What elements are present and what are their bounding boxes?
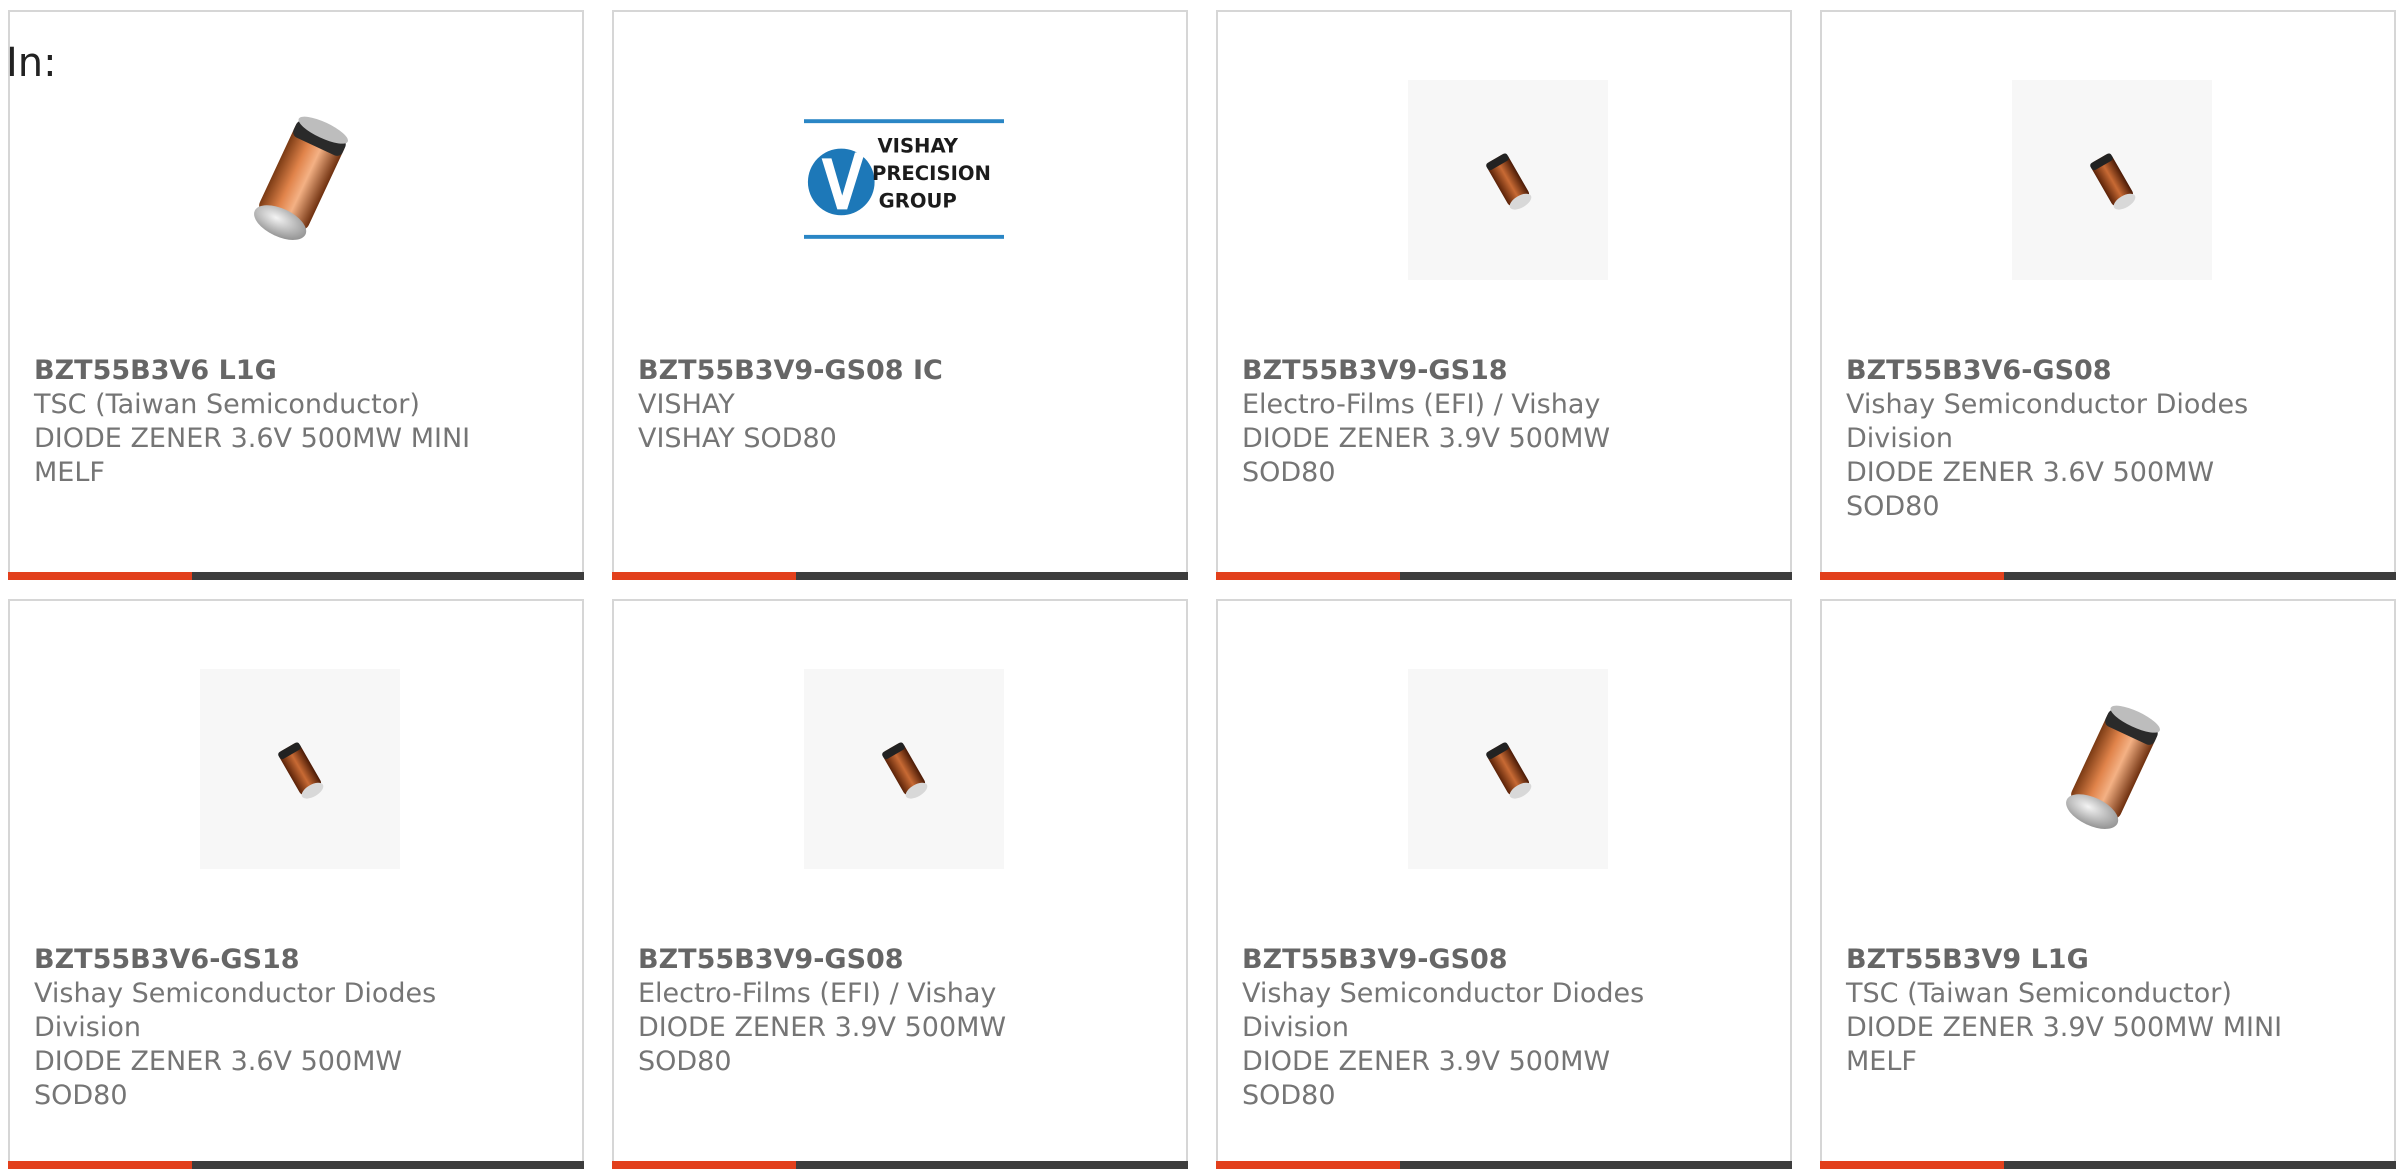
product-card[interactable]: BZT55B3V6-GS18 Vishay Semiconductor Diod…	[8, 599, 584, 1169]
diode-melf-large-icon	[200, 80, 400, 280]
product-card[interactable]: VISHAY PRECISION GROUP BZT55B3V9-GS08 IC…	[612, 10, 1188, 580]
part-number[interactable]: BZT55B3V9-GS08	[638, 943, 1078, 977]
product-info: BZT55B3V6-GS08 Vishay Semiconductor Diod…	[1846, 354, 2286, 524]
manufacturer: Vishay Semiconductor Diodes Division	[1242, 978, 1645, 1043]
diode-sod80-small-icon	[1408, 669, 1608, 869]
product-info: BZT55B3V9-GS18 Electro-Films (EFI) / Vis…	[1242, 354, 1682, 490]
card-accent-bar	[1820, 572, 2004, 580]
logo-text: VISHAY	[877, 135, 958, 158]
description: DIODE ZENER 3.6V 500MW SOD80	[1846, 457, 2215, 522]
card-footer-bar	[8, 572, 584, 580]
diode-sod80-small-icon	[1408, 80, 1608, 280]
manufacturer: TSC (Taiwan Semiconductor)	[1846, 978, 2232, 1009]
card-accent-bar	[612, 572, 796, 580]
card-accent-bar	[8, 572, 192, 580]
card-accent-bar	[1820, 1161, 2004, 1169]
diode-sod80-small-icon	[2012, 80, 2212, 280]
product-info: BZT55B3V9-GS08 Electro-Films (EFI) / Vis…	[638, 943, 1078, 1079]
description: DIODE ZENER 3.9V 500MW SOD80	[1242, 423, 1611, 488]
card-footer-bar	[1820, 1161, 2396, 1169]
manufacturer: Electro-Films (EFI) / Vishay	[1242, 389, 1601, 420]
description: VISHAY SOD80	[638, 423, 837, 454]
product-card[interactable]: BZT55B3V9-GS08 Electro-Films (EFI) / Vis…	[612, 599, 1188, 1169]
manufacturer: Vishay Semiconductor Diodes Division	[1846, 389, 2249, 454]
product-card[interactable]: BZT55B3V9-GS18 Electro-Films (EFI) / Vis…	[1216, 10, 1792, 580]
product-card[interactable]: BZT55B3V9-GS08 Vishay Semiconductor Diod…	[1216, 599, 1792, 1169]
description: DIODE ZENER 3.6V 500MW MINI MELF	[34, 423, 471, 488]
card-footer-bar	[1820, 572, 2396, 580]
description: DIODE ZENER 3.9V 500MW SOD80	[638, 1012, 1007, 1077]
card-footer-bar	[1216, 572, 1792, 580]
card-footer-bar	[612, 572, 1188, 580]
manufacturer: TSC (Taiwan Semiconductor)	[34, 389, 420, 420]
description: DIODE ZENER 3.6V 500MW SOD80	[34, 1046, 403, 1111]
card-footer-bar	[8, 1161, 584, 1169]
in-label: In:	[6, 40, 57, 86]
part-number[interactable]: BZT55B3V6 L1G	[34, 354, 474, 388]
logo-text: PRECISION	[872, 162, 991, 185]
product-info: BZT55B3V9 L1G TSC (Taiwan Semiconductor)…	[1846, 943, 2286, 1079]
part-number[interactable]: BZT55B3V9-GS18	[1242, 354, 1682, 388]
card-accent-bar	[1216, 1161, 1400, 1169]
product-grid: BZT55B3V6 L1G TSC (Taiwan Semiconductor)…	[0, 0, 2404, 1169]
part-number[interactable]: BZT55B3V9 L1G	[1846, 943, 2286, 977]
card-accent-bar	[8, 1161, 192, 1169]
part-number[interactable]: BZT55B3V9-GS08 IC	[638, 354, 1078, 388]
vishay-precision-group-logo: VISHAY PRECISION GROUP	[804, 80, 1004, 280]
logo-text: GROUP	[879, 189, 957, 212]
card-footer-bar	[1216, 1161, 1792, 1169]
card-accent-bar	[612, 1161, 796, 1169]
manufacturer: Electro-Films (EFI) / Vishay	[638, 978, 997, 1009]
product-card[interactable]: BZT55B3V9 L1G TSC (Taiwan Semiconductor)…	[1820, 599, 2396, 1169]
product-info: BZT55B3V6 L1G TSC (Taiwan Semiconductor)…	[34, 354, 474, 490]
card-accent-bar	[1216, 572, 1400, 580]
manufacturer: Vishay Semiconductor Diodes Division	[34, 978, 437, 1043]
description: DIODE ZENER 3.9V 500MW SOD80	[1242, 1046, 1611, 1111]
diode-melf-large-icon	[2012, 669, 2212, 869]
product-card[interactable]: BZT55B3V6-GS08 Vishay Semiconductor Diod…	[1820, 10, 2396, 580]
product-info: BZT55B3V6-GS18 Vishay Semiconductor Diod…	[34, 943, 474, 1113]
part-number[interactable]: BZT55B3V6-GS18	[34, 943, 474, 977]
product-info: BZT55B3V9-GS08 Vishay Semiconductor Diod…	[1242, 943, 1682, 1113]
diode-sod80-small-icon	[200, 669, 400, 869]
part-number[interactable]: BZT55B3V6-GS08	[1846, 354, 2286, 388]
part-number[interactable]: BZT55B3V9-GS08	[1242, 943, 1682, 977]
product-card[interactable]: BZT55B3V6 L1G TSC (Taiwan Semiconductor)…	[8, 10, 584, 580]
manufacturer: VISHAY	[638, 389, 735, 420]
diode-sod80-small-icon	[804, 669, 1004, 869]
card-footer-bar	[612, 1161, 1188, 1169]
description: DIODE ZENER 3.9V 500MW MINI MELF	[1846, 1012, 2283, 1077]
product-info: BZT55B3V9-GS08 IC VISHAY VISHAY SOD80	[638, 354, 1078, 456]
